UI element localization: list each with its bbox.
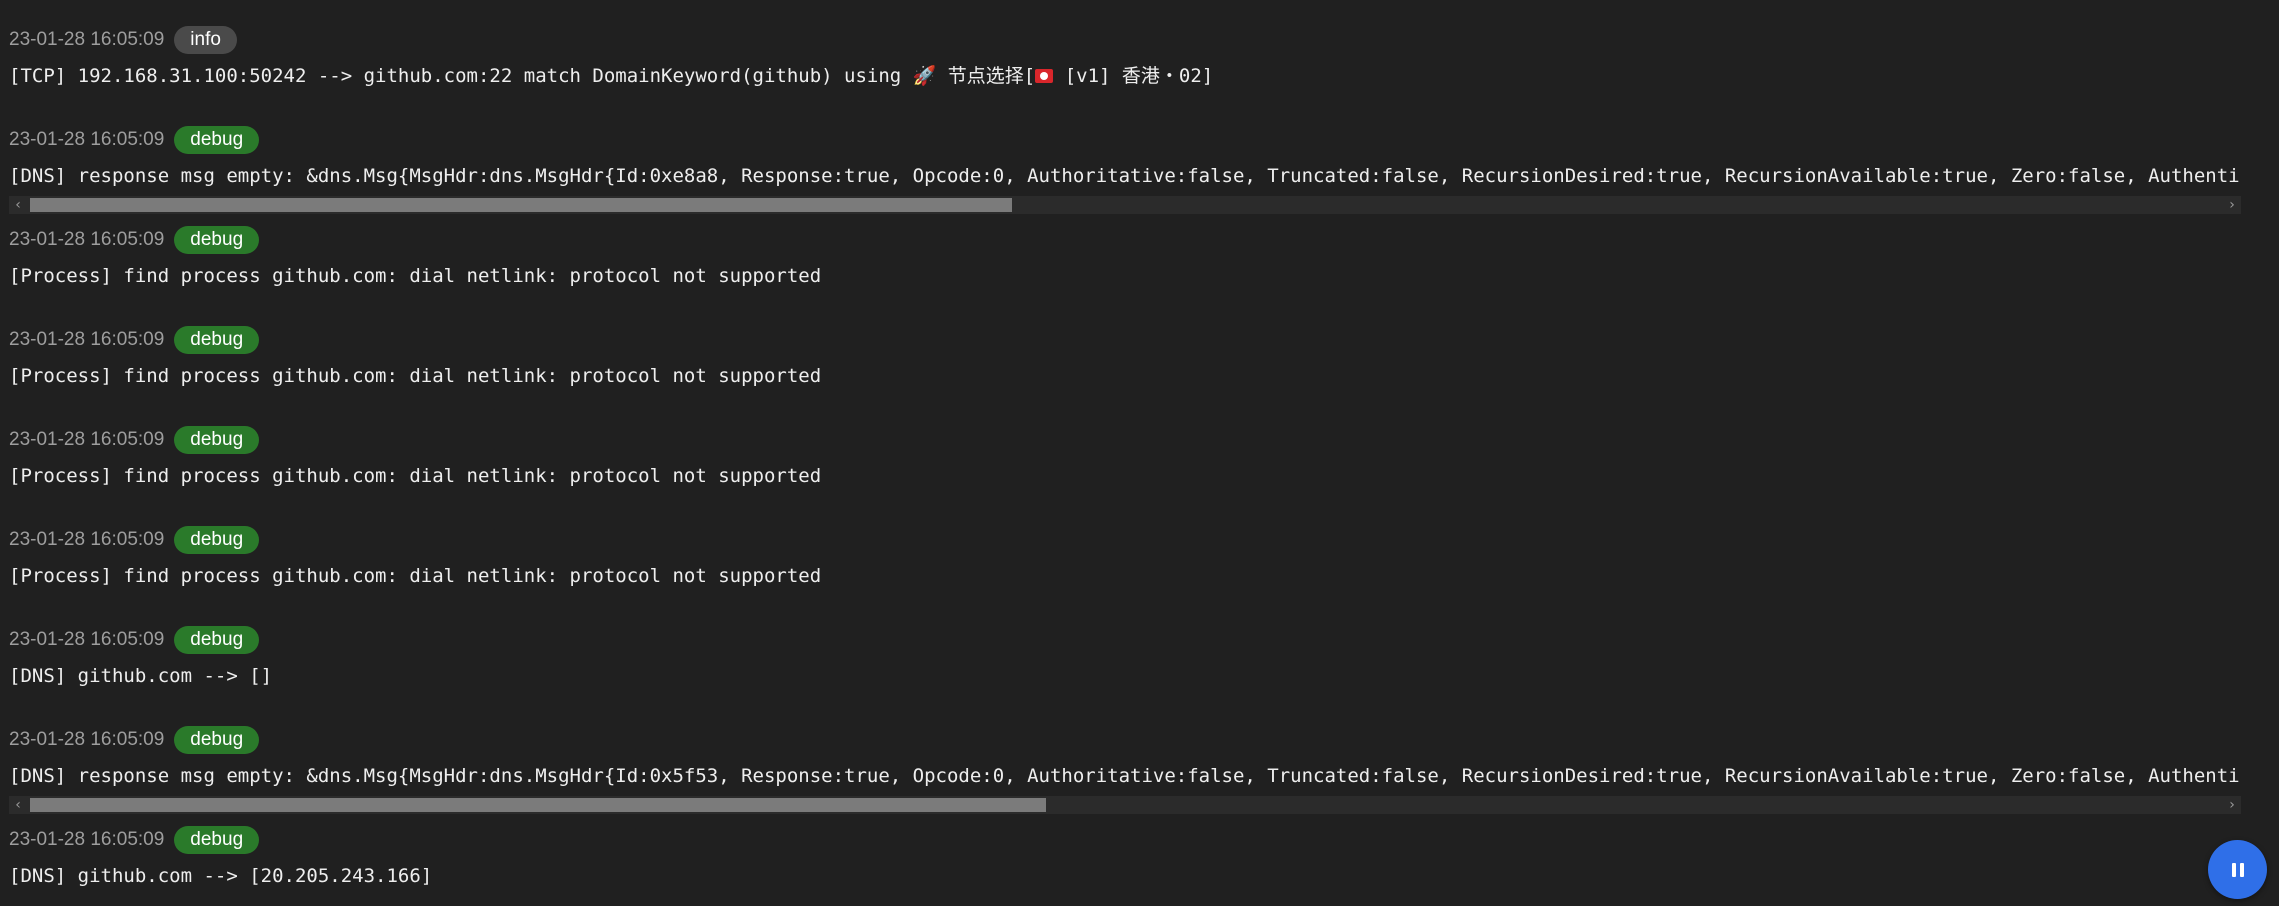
log-level-badge: debug — [174, 526, 260, 554]
log-level-badge: debug — [174, 826, 260, 854]
scroll-right-icon[interactable]: › — [2223, 796, 2241, 814]
log-message: [DNS] response msg empty: &dns.Msg{MsgHd… — [9, 765, 2241, 787]
horizontal-scrollbar[interactable]: ‹ › — [9, 796, 2241, 814]
log-message: [Process] find process github.com: dial … — [9, 565, 822, 587]
log-list[interactable]: 23-01-28 16:05:09 info [TCP] 192.168.31.… — [0, 0, 2279, 906]
log-timestamp: 23-01-28 16:05:09 — [9, 829, 165, 850]
log-meta: 23-01-28 16:05:09 debug — [9, 725, 260, 755]
scroll-right-icon[interactable]: › — [2223, 196, 2241, 214]
log-meta: 23-01-28 16:05:09 debug — [9, 125, 260, 155]
log-level-badge: debug — [174, 626, 260, 654]
log-level-badge: debug — [174, 426, 260, 454]
log-level-badge: debug — [174, 726, 260, 754]
rocket-icon: 🚀 — [912, 65, 937, 87]
log-message: [DNS] response msg empty: &dns.Msg{MsgHd… — [9, 165, 2241, 187]
log-message-text: [TCP] 192.168.31.100:50242 --> github.co… — [9, 65, 913, 87]
scroll-left-icon[interactable]: ‹ — [9, 796, 27, 814]
log-message: [DNS] github.com --> [] — [9, 665, 273, 687]
log-message: [Process] find process github.com: dial … — [9, 365, 822, 387]
log-message: [Process] find process github.com: dial … — [9, 465, 822, 487]
log-level-badge: debug — [174, 226, 260, 254]
hong-kong-flag-icon — [1035, 69, 1054, 83]
log-message: [TCP] 192.168.31.100:50242 --> github.co… — [9, 61, 2241, 91]
log-timestamp: 23-01-28 16:05:09 — [9, 429, 165, 450]
log-message: [DNS] github.com --> [20.205.243.166] — [9, 865, 433, 887]
log-timestamp: 23-01-28 16:05:09 — [9, 529, 165, 550]
log-meta: 23-01-28 16:05:09 debug — [9, 825, 260, 855]
log-timestamp: 23-01-28 16:05:09 — [9, 629, 165, 650]
log-meta: 23-01-28 16:05:09 debug — [9, 425, 260, 455]
log-meta: 23-01-28 16:05:09 debug — [9, 325, 260, 355]
horizontal-scrollbar[interactable]: ‹ › — [9, 196, 2241, 214]
pause-icon — [2231, 862, 2244, 877]
log-meta: 23-01-28 16:05:09 debug — [9, 625, 260, 655]
scrollbar-thumb[interactable] — [30, 798, 1046, 812]
scroll-left-icon[interactable]: ‹ — [9, 196, 27, 214]
log-message-text: 节点选择[ — [936, 65, 1036, 87]
log-timestamp: 23-01-28 16:05:09 — [9, 329, 165, 350]
log-message: [Process] find process github.com: dial … — [9, 265, 822, 287]
log-level-badge: debug — [174, 126, 260, 154]
log-timestamp: 23-01-28 16:05:09 — [9, 229, 165, 250]
log-level-badge: info — [174, 26, 237, 54]
log-message-text: [v1] 香港・02] — [1053, 65, 1214, 87]
log-timestamp: 23-01-28 16:05:09 — [9, 29, 165, 50]
pause-button[interactable] — [2208, 840, 2267, 899]
log-level-badge: debug — [174, 326, 260, 354]
log-meta: 23-01-28 16:05:09 debug — [9, 525, 260, 555]
log-timestamp: 23-01-28 16:05:09 — [9, 729, 165, 750]
scrollbar-thumb[interactable] — [30, 198, 1012, 212]
log-meta: 23-01-28 16:05:09 info — [9, 25, 237, 55]
log-meta: 23-01-28 16:05:09 debug — [9, 225, 260, 255]
log-timestamp: 23-01-28 16:05:09 — [9, 129, 165, 150]
